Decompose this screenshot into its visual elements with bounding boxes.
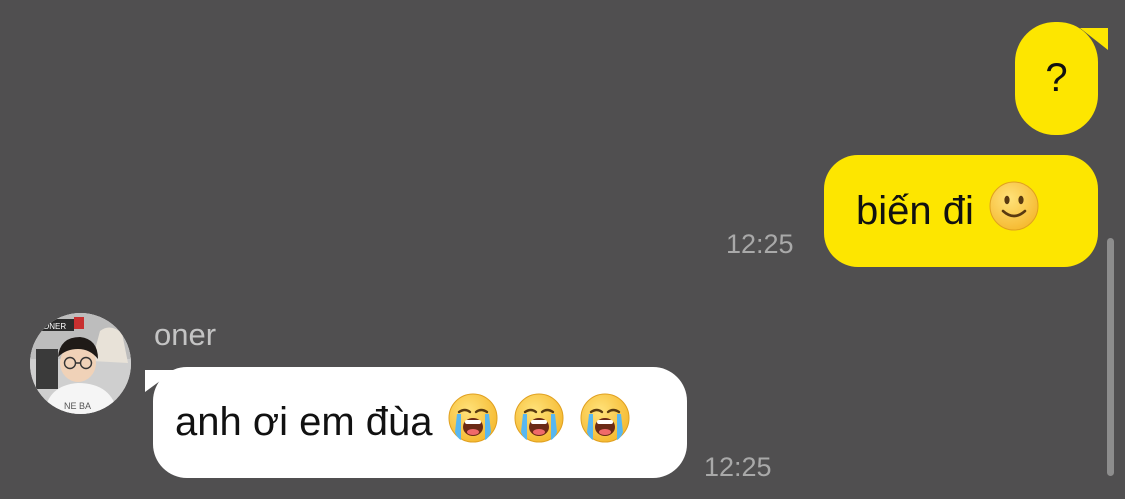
loudly-crying-face-icon: [447, 392, 499, 454]
slightly-smiling-face-icon: [988, 180, 1040, 242]
chat-area: ? biến đi 12:25 ONER NE BA oner anh ơi e…: [0, 0, 1125, 499]
message-text: biến đi: [856, 188, 974, 233]
loudly-crying-face-icon: [579, 392, 631, 454]
scrollbar[interactable]: [1107, 238, 1114, 476]
message-text: ?: [1045, 56, 1068, 100]
svg-text:NE BA: NE BA: [64, 401, 91, 411]
avatar[interactable]: ONER NE BA: [30, 313, 131, 414]
sender-name: oner: [154, 317, 217, 352]
loudly-crying-face-icon: [513, 392, 565, 454]
message-timestamp: 12:25: [726, 229, 794, 259]
svg-text:ONER: ONER: [43, 322, 66, 331]
outgoing-message[interactable]: ?: [1015, 22, 1098, 135]
outgoing-message[interactable]: biến đi: [824, 155, 1098, 267]
incoming-message[interactable]: anh ơi em đùa: [153, 367, 687, 478]
message-text: anh ơi em đùa: [175, 400, 433, 444]
message-timestamp: 12:25: [704, 452, 772, 482]
